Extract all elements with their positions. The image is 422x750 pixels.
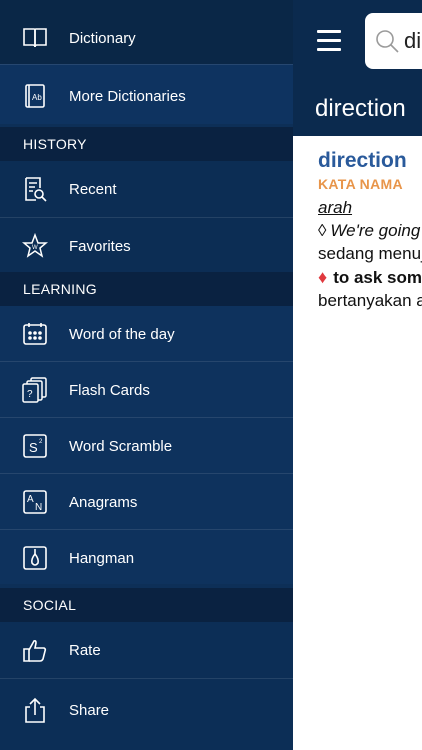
search-input[interactable] <box>404 28 422 54</box>
phrase-text: to ask someone for directions <box>333 268 422 287</box>
dictionary-content: direction direction KATA NAMA arah ◊We'r… <box>293 0 422 750</box>
svg-text:N: N <box>35 502 42 513</box>
menu-item-recent[interactable]: Recent <box>0 161 293 217</box>
example-translation: sedang menuju ke arah yang betul. <box>318 244 422 263</box>
section-header-social: SOCIAL <box>0 588 293 622</box>
flash-cards-icon: ? <box>22 377 48 403</box>
menu-item-label: Hangman <box>69 549 135 567</box>
example-english: We're going in the right direction. <box>330 221 422 240</box>
calendar-icon <box>22 321 48 347</box>
menu-item-hangman[interactable]: Hangman <box>0 530 293 586</box>
section-header-history: HISTORY <box>0 127 293 161</box>
dictionary-entry: direction KATA NAMA arah ◊We're going in… <box>318 149 422 311</box>
anagrams-icon: A N <box>22 489 48 515</box>
divider <box>0 678 293 679</box>
menu-item-label: Flash Cards <box>69 381 150 399</box>
menu-item-label: Dictionary <box>69 29 136 47</box>
section-header-learning: LEARNING <box>0 272 293 306</box>
search-box[interactable] <box>365 13 422 69</box>
menu-item-word-scramble[interactable]: S 2 Word Scramble <box>0 418 293 474</box>
menu-item-dictionary[interactable]: Dictionary <box>0 10 293 66</box>
svg-text:W: W <box>32 245 38 251</box>
word-title: direction <box>315 95 406 122</box>
hangman-icon <box>22 545 48 571</box>
divider <box>0 64 293 65</box>
svg-text:?: ? <box>27 389 33 400</box>
svg-text:A: A <box>27 494 34 505</box>
svg-text:S: S <box>29 440 38 455</box>
menu-item-label: Recent <box>69 180 117 198</box>
phrase-translation: bertanyakan arah <box>318 291 422 310</box>
translation-link[interactable]: arah <box>318 198 422 218</box>
share-icon <box>22 697 48 723</box>
menu-item-favorites[interactable]: W Favorites <box>0 218 293 274</box>
book-icon <box>22 25 48 51</box>
part-of-speech: KATA NAMA <box>318 176 403 192</box>
navigation-drawer: Dictionary Ab More Dictionaries HISTORY … <box>0 0 293 750</box>
top-bar: direction <box>293 0 422 136</box>
menu-item-rate[interactable]: Rate <box>0 622 293 678</box>
headword: direction <box>318 149 407 172</box>
menu-item-anagrams[interactable]: A N Anagrams <box>0 474 293 530</box>
hamburger-menu-icon[interactable] <box>317 30 341 52</box>
scramble-icon: S 2 <box>22 433 48 459</box>
book-ab-icon: Ab <box>22 83 48 109</box>
menu-item-word-of-the-day[interactable]: Word of the day <box>0 306 293 362</box>
red-diamond-icon: ♦ <box>318 267 328 287</box>
menu-item-flash-cards[interactable]: ? Flash Cards <box>0 362 293 418</box>
example-line: ◊We're going in the right direction. <box>318 221 422 241</box>
svg-text:2: 2 <box>39 439 43 445</box>
menu-item-label: Favorites <box>69 237 131 255</box>
phrase-line: ♦ to ask someone for directions <box>318 267 422 288</box>
menu-item-share[interactable]: Share <box>0 682 293 738</box>
example-marker: ◊ <box>318 221 327 240</box>
menu-item-label: Rate <box>69 641 101 659</box>
star-icon: W <box>22 233 48 259</box>
menu-item-label: Anagrams <box>69 493 138 511</box>
svg-text:Ab: Ab <box>32 93 42 102</box>
menu-item-label: Word Scramble <box>69 437 173 455</box>
menu-item-label: Word of the day <box>69 325 175 343</box>
menu-item-label: More Dictionaries <box>69 87 186 105</box>
menu-item-label: Share <box>69 701 110 719</box>
menu-item-more-dictionaries[interactable]: Ab More Dictionaries <box>0 68 293 124</box>
recent-list-icon <box>22 176 48 202</box>
thumbs-up-icon <box>22 637 48 663</box>
search-icon <box>376 30 399 53</box>
